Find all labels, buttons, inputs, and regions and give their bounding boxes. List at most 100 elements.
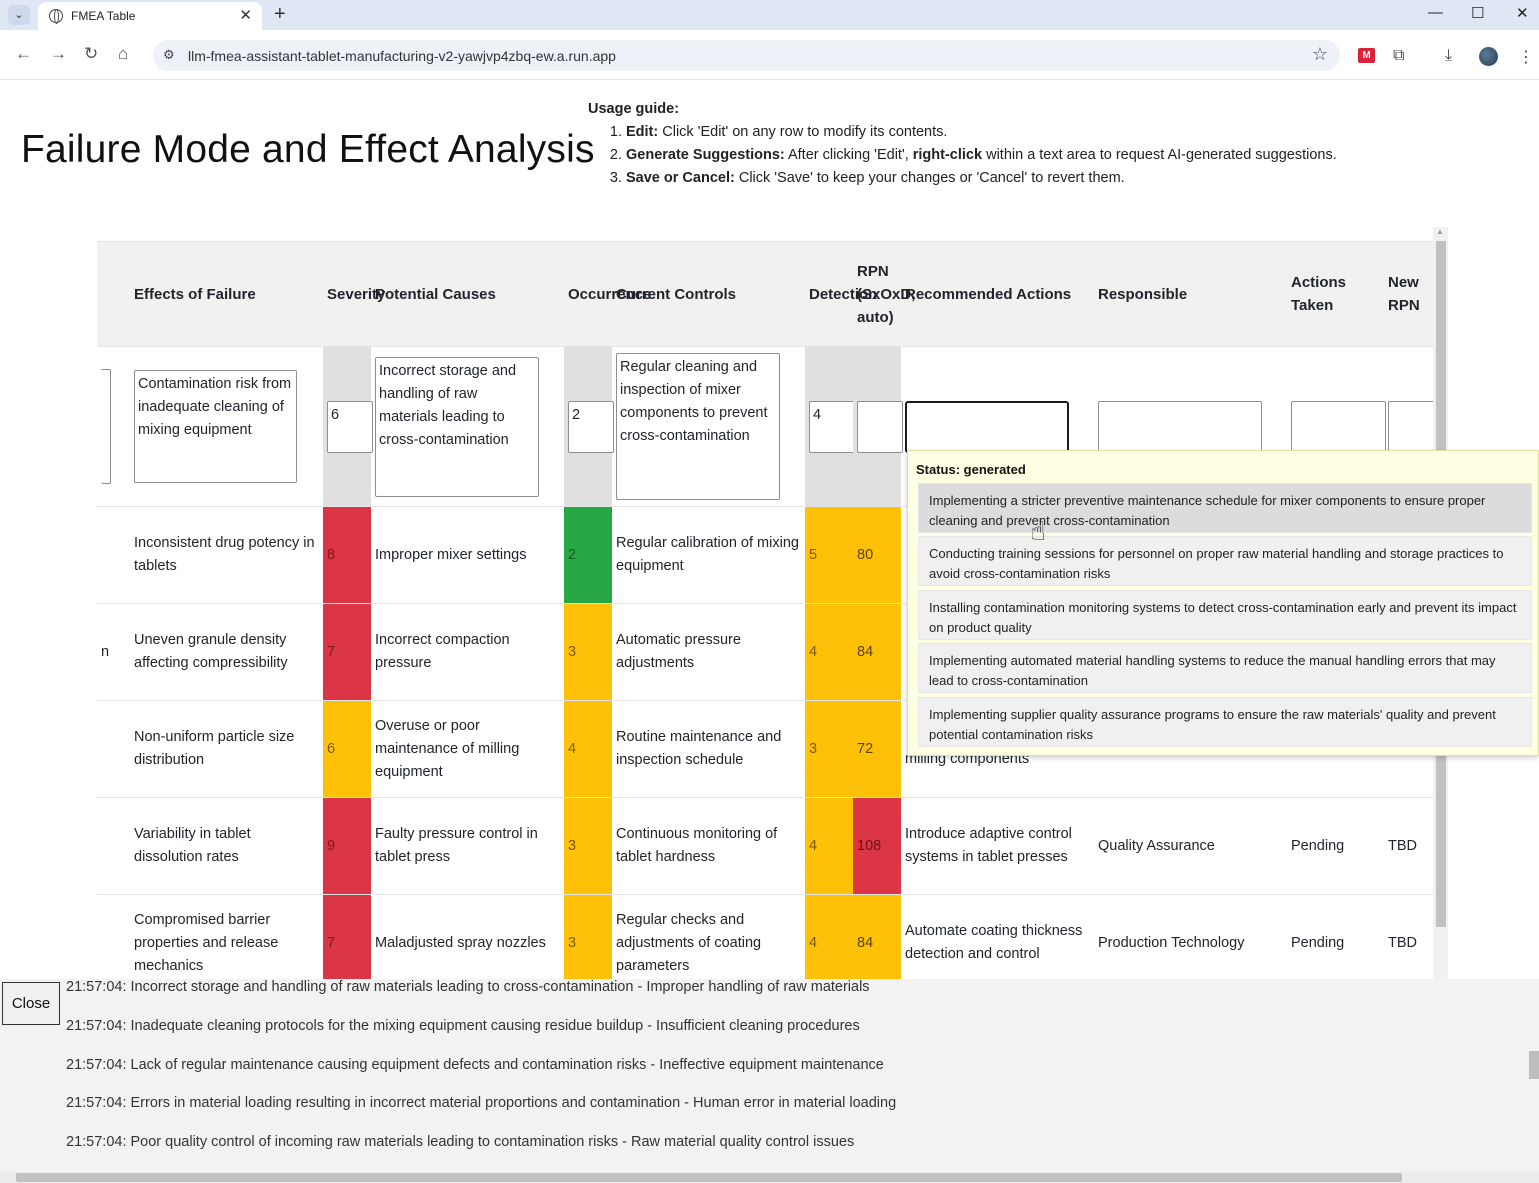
tab-search-icon[interactable]: ⌄ xyxy=(8,5,30,25)
responsible-textarea[interactable] xyxy=(1098,400,1262,453)
partial-cell xyxy=(97,506,130,604)
partial-cell xyxy=(97,894,130,979)
minimize-icon[interactable]: — xyxy=(1428,4,1443,21)
edit-cell-rpn xyxy=(853,346,903,507)
partial-cell xyxy=(97,700,130,798)
header-occurrence: Occurrence xyxy=(564,241,651,347)
home-icon[interactable]: ⌂ xyxy=(118,44,128,64)
log-vertical-scrollbar[interactable] xyxy=(1528,979,1539,1173)
cell-responsible: Production Technology xyxy=(1094,894,1287,979)
table-header-row: Effects of Failure Severity Potential Ca… xyxy=(97,241,1433,347)
reload-icon[interactable]: ↻ xyxy=(84,44,98,64)
suggestion-item[interactable]: Implementing a stricter preventive maint… xyxy=(918,483,1532,533)
cell-new-rpn: TBD xyxy=(1384,894,1433,979)
cell-rpn: 72 xyxy=(853,700,901,798)
effects-textarea[interactable]: Contamination risk from inadequate clean… xyxy=(134,370,297,483)
severity-input[interactable]: 6 xyxy=(327,400,373,453)
taken-textarea[interactable] xyxy=(1291,400,1386,453)
cell-occurrence: 3 xyxy=(564,797,612,895)
page-title: Failure Mode and Effect Analysis xyxy=(21,128,595,171)
cell-effects: Compromised barrier properties and relea… xyxy=(130,894,323,979)
cell-responsible: Quality Assurance xyxy=(1094,797,1287,895)
cell-detection: 4 xyxy=(805,894,853,979)
extension-red-icon[interactable]: M xyxy=(1358,48,1375,63)
globe-icon xyxy=(49,9,63,24)
log-line: 21:57:04: Poor quality control of incomi… xyxy=(66,1134,855,1150)
header-severity: Severity xyxy=(323,241,385,347)
guide-item-suggestions: Generate Suggestions: After clicking 'Ed… xyxy=(626,144,1337,167)
cell-causes: Overuse or poor maintenance of milling e… xyxy=(371,700,564,798)
occurrence-input[interactable]: 2 xyxy=(568,400,614,453)
cell-actions: Introduce adaptive control systems in ta… xyxy=(901,797,1094,895)
scroll-up-icon[interactable]: ▲ xyxy=(1436,227,1444,236)
suggestion-item[interactable]: Installing contamination monitoring syst… xyxy=(918,590,1532,640)
extensions-puzzle-icon[interactable]: ⧉ xyxy=(1393,47,1404,65)
new-rpn-textarea[interactable] xyxy=(1388,400,1438,453)
cell-actions: Automate coating thickness detection and… xyxy=(901,894,1094,979)
controls-textarea[interactable]: Regular cleaning and inspection of mixer… xyxy=(616,353,780,500)
close-log-button[interactable]: Close xyxy=(2,982,60,1025)
hand-cursor-icon: ☝ xyxy=(1030,516,1046,546)
edit-cell-controls: Regular cleaning and inspection of mixer… xyxy=(612,346,805,507)
cell-causes: Maladjusted spray nozzles xyxy=(371,894,564,979)
header-rpn: RPN (SxOxD, auto) xyxy=(853,241,915,347)
log-horizontal-scrollbar[interactable] xyxy=(0,1172,1539,1183)
bookmark-star-icon[interactable]: ☆ xyxy=(1312,44,1328,65)
edit-cell-detection: 4 xyxy=(805,346,855,507)
edit-cell-occurrence: 2 xyxy=(564,346,614,507)
log-scrollbar-thumb[interactable] xyxy=(1529,1051,1539,1079)
cell-occurrence: 3 xyxy=(564,603,612,701)
forward-icon[interactable]: → xyxy=(50,44,67,64)
guide-item-save-cancel: Save or Cancel: Click 'Save' to keep you… xyxy=(626,167,1337,190)
new-tab-icon[interactable]: + xyxy=(274,3,286,26)
window-close-icon[interactable]: ✕ xyxy=(1516,4,1529,22)
suggestion-item[interactable]: Conducting training sessions for personn… xyxy=(918,536,1532,586)
cell-severity: 8 xyxy=(323,506,371,604)
cell-severity: 7 xyxy=(323,603,371,701)
edit-cell-effects: Contamination risk from inadequate clean… xyxy=(130,346,323,507)
suggestions-popup: Status: generated Implementing a stricte… xyxy=(907,450,1539,756)
suggestion-item[interactable]: Implementing automated material handling… xyxy=(918,643,1532,693)
cell-detection: 4 xyxy=(805,797,853,895)
address-bar[interactable]: ⚙ llm-fmea-assistant-tablet-manufacturin… xyxy=(153,40,1340,71)
actions-textarea[interactable] xyxy=(905,400,1069,453)
header-new-rpn: New RPN xyxy=(1384,241,1433,347)
cell-rpn: 108 xyxy=(853,797,901,895)
partial-cell xyxy=(97,797,130,895)
header-actions: Recommended Actions xyxy=(901,241,1094,347)
suggestion-item[interactable]: Implementing supplier quality assurance … xyxy=(918,697,1532,747)
cell-effects: Non-uniform particle size distribution xyxy=(130,700,323,798)
profile-avatar[interactable] xyxy=(1479,47,1498,66)
cell-rpn: 80 xyxy=(853,506,901,604)
site-info-icon[interactable]: ⚙ xyxy=(163,47,175,63)
header-detection: Detection xyxy=(805,241,877,347)
causes-textarea[interactable]: Incorrect storage and handling of raw ma… xyxy=(375,356,539,497)
cell-causes: Incorrect compaction pressure xyxy=(371,603,564,701)
url-text[interactable]: llm-fmea-assistant-tablet-manufacturing-… xyxy=(188,48,616,64)
cell-detection: 4 xyxy=(805,603,853,701)
cell-severity: 6 xyxy=(323,700,371,798)
header-effects: Effects of Failure xyxy=(130,241,323,347)
browser-tab[interactable]: FMEA Table ✕ xyxy=(38,2,262,30)
cell-severity: 7 xyxy=(323,894,371,979)
cell-occurrence: 3 xyxy=(564,894,612,979)
header-causes: Potential Causes xyxy=(371,241,564,347)
back-icon[interactable]: ← xyxy=(15,44,32,64)
menu-dots-icon[interactable]: ⋮ xyxy=(1518,47,1534,67)
cell-controls: Regular calibration of mixing equipment xyxy=(612,506,805,604)
cell-controls: Routine maintenance and inspection sched… xyxy=(612,700,805,798)
suggestions-status: Status: generated xyxy=(916,462,1026,477)
cell-controls: Continuous monitoring of tablet hardness xyxy=(612,797,805,895)
detection-input[interactable]: 4 xyxy=(809,400,855,453)
log-line: 21:57:04: Incorrect storage and handling… xyxy=(66,979,870,995)
cell-detection: 3 xyxy=(805,700,853,798)
header-partial xyxy=(97,241,130,347)
edit-cell-causes: Incorrect storage and handling of raw ma… xyxy=(371,346,564,507)
download-icon[interactable]: ⤓ xyxy=(1445,47,1452,65)
maximize-icon[interactable]: ☐ xyxy=(1471,4,1484,22)
header-controls: Current Controls xyxy=(612,241,805,347)
log-horizontal-thumb[interactable] xyxy=(16,1173,1402,1182)
cell-severity: 9 xyxy=(323,797,371,895)
close-tab-icon[interactable]: ✕ xyxy=(239,6,252,24)
rpn-input[interactable] xyxy=(857,400,903,453)
